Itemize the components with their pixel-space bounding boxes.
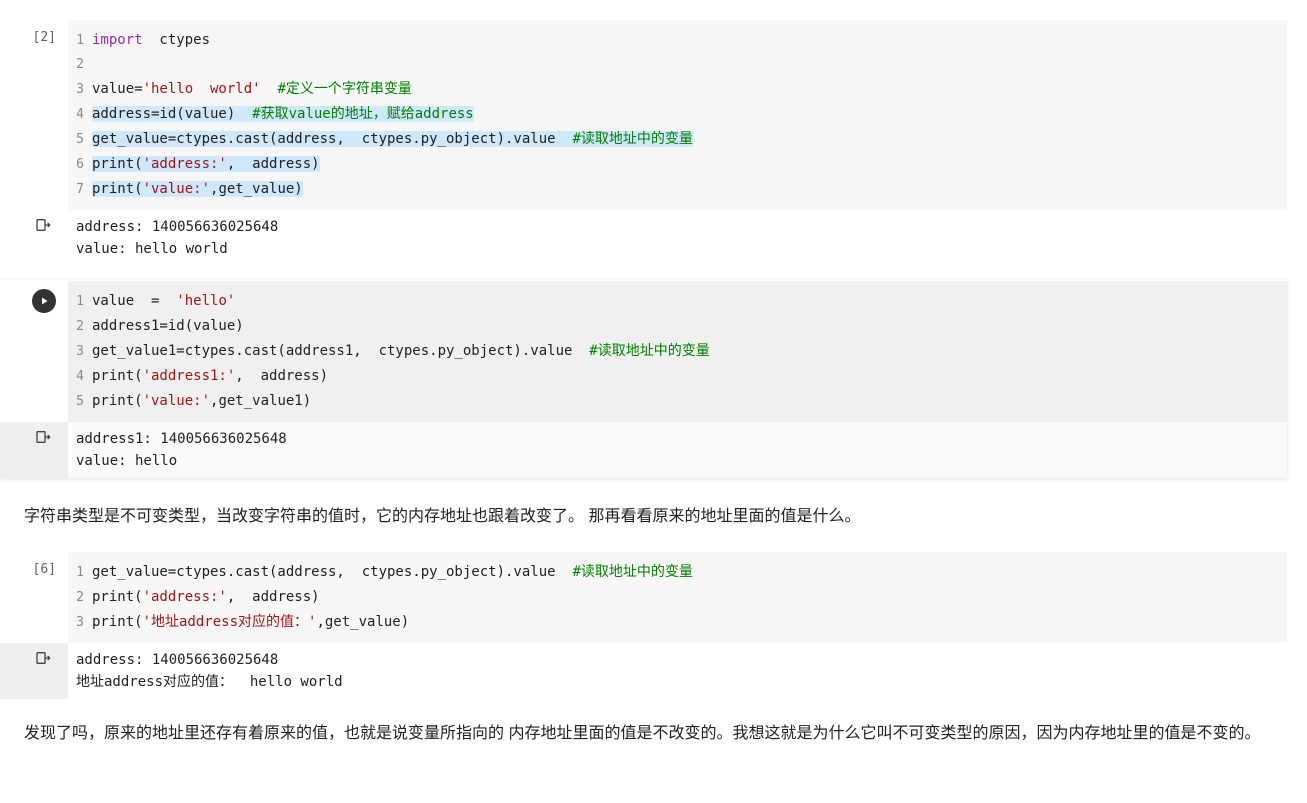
code-text[interactable]: get_value1=ctypes.cast(address1, ctypes.…	[92, 339, 710, 363]
line-number: 5	[68, 390, 92, 414]
code-line[interactable]: 5get_value=ctypes.cast(address, ctypes.p…	[68, 127, 1279, 152]
cell-gutter	[0, 281, 68, 422]
code-line[interactable]: 5print('value:',get_value1)	[68, 389, 1279, 414]
code-text[interactable]: value = 'hello'	[92, 289, 235, 313]
output-gutter	[0, 210, 68, 266]
code-line[interactable]: 2	[68, 53, 1279, 77]
output-text: address: 140056636025648 地址address对应的值： …	[68, 643, 1287, 699]
notebook: [2] 1import ctypes23value='hello world' …	[0, 0, 1307, 790]
output-text: address1: 140056636025648 value: hello	[68, 422, 1287, 478]
markdown-text: 发现了吗，原来的地址里还存有着原来的值，也就是说变量所指向的 内存地址里面的值是…	[0, 699, 1287, 769]
code-input-area[interactable]: 1get_value=ctypes.cast(address, ctypes.p…	[68, 552, 1287, 643]
exec-count: [2]	[33, 28, 56, 210]
line-number: 3	[68, 340, 92, 364]
code-text[interactable]: get_value=ctypes.cast(address, ctypes.py…	[92, 560, 693, 584]
code-text[interactable]: print('address:', address)	[92, 585, 320, 609]
code-text[interactable]: print('value:',get_value1)	[92, 389, 311, 413]
line-number: 3	[68, 611, 92, 635]
run-button[interactable]	[32, 289, 56, 313]
line-number: 7	[68, 178, 92, 202]
line-number: 1	[68, 290, 92, 314]
cell-gutter: [2]	[0, 20, 68, 210]
code-line[interactable]: 6print('address:', address)	[68, 152, 1279, 177]
line-number: 2	[68, 586, 92, 610]
line-number: 2	[68, 315, 92, 339]
code-text[interactable]: import ctypes	[92, 28, 210, 52]
code-text[interactable]: value='hello world' #定义一个字符串变量	[92, 77, 412, 101]
line-number: 2	[68, 53, 92, 77]
code-line[interactable]: 2address1=id(value)	[68, 314, 1279, 339]
line-number: 4	[68, 103, 92, 127]
line-number: 3	[68, 78, 92, 102]
output-cell-2: address: 140056636025648 value: hello wo…	[0, 210, 1287, 266]
output-gutter	[0, 422, 68, 478]
code-line[interactable]: 3get_value1=ctypes.cast(address1, ctypes…	[68, 339, 1279, 364]
code-cell-active[interactable]: 1value = 'hello'2address1=id(value)3get_…	[0, 280, 1287, 478]
code-input-area[interactable]: 1import ctypes23value='hello world' #定义一…	[68, 20, 1287, 210]
output-arrow-icon	[34, 216, 52, 234]
cell-gutter: [6]	[0, 552, 68, 643]
code-line[interactable]: 4address=id(value) #获取value的地址，赋给address	[68, 102, 1279, 127]
code-line[interactable]: 1import ctypes	[68, 28, 1279, 53]
code-text[interactable]: get_value=ctypes.cast(address, ctypes.py…	[92, 127, 693, 151]
code-line[interactable]: 7print('value:',get_value)	[68, 177, 1279, 202]
line-number: 6	[68, 153, 92, 177]
line-number: 4	[68, 365, 92, 389]
code-text[interactable]: address=id(value) #获取value的地址，赋给address	[92, 102, 474, 126]
code-text[interactable]: print('address1:', address)	[92, 364, 328, 388]
code-line[interactable]: 1get_value=ctypes.cast(address, ctypes.p…	[68, 560, 1279, 585]
code-line[interactable]: 1value = 'hello'	[68, 289, 1279, 314]
code-text[interactable]: print('地址address对应的值：',get_value)	[92, 610, 409, 634]
code-line[interactable]: 2print('address:', address)	[68, 585, 1279, 610]
code-input-area[interactable]: 1value = 'hello'2address1=id(value)3get_…	[68, 281, 1287, 422]
code-text[interactable]: print('address:', address)	[92, 152, 320, 176]
line-number: 1	[68, 29, 92, 53]
exec-count: [6]	[33, 560, 56, 643]
code-line[interactable]: 3print('地址address对应的值：',get_value)	[68, 610, 1279, 635]
output-text: address: 140056636025648 value: hello wo…	[68, 210, 1287, 266]
code-text[interactable]: print('value:',get_value)	[92, 177, 303, 201]
code-cell-2[interactable]: [2] 1import ctypes23value='hello world' …	[0, 20, 1287, 210]
code-line[interactable]: 4print('address1:', address)	[68, 364, 1279, 389]
code-line[interactable]: 3value='hello world' #定义一个字符串变量	[68, 77, 1279, 102]
code-text[interactable]: address1=id(value)	[92, 314, 244, 338]
line-number: 1	[68, 561, 92, 585]
code-cell-6[interactable]: [6] 1get_value=ctypes.cast(address, ctyp…	[0, 552, 1287, 643]
output-arrow-icon	[34, 428, 52, 446]
markdown-text: 字符串类型是不可变类型，当改变字符串的值时，它的内存地址也跟着改变了。 那再看看…	[0, 482, 1287, 552]
output-arrow-icon	[34, 649, 52, 667]
line-number: 5	[68, 128, 92, 152]
output-gutter	[0, 643, 68, 699]
output-cell-6: address: 140056636025648 地址address对应的值： …	[0, 643, 1287, 699]
